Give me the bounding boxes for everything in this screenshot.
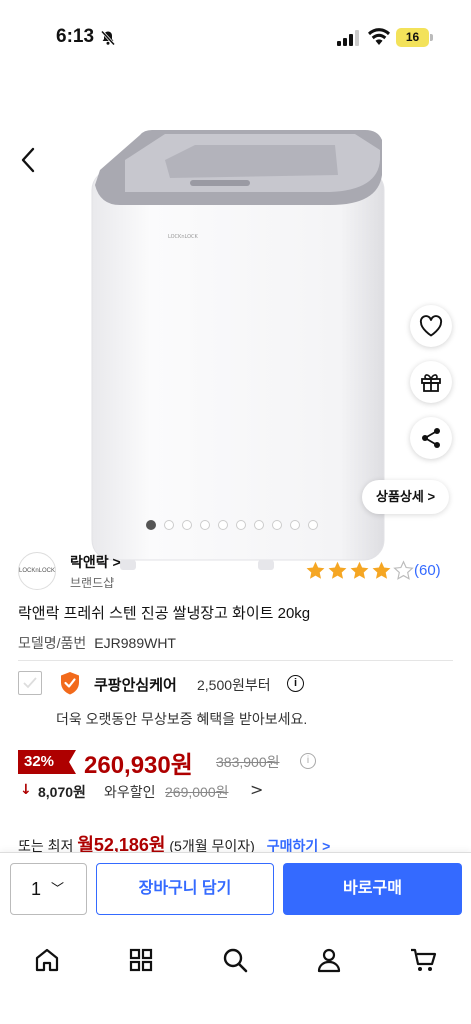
gift-icon: [421, 374, 441, 392]
care-title: 쿠팡안심케어: [94, 677, 177, 694]
model-value: EJR989WHT: [94, 635, 176, 651]
home-icon: [35, 948, 59, 972]
check-icon: [23, 677, 37, 689]
tab-cart[interactable]: [403, 940, 443, 980]
wishlist-button[interactable]: [410, 305, 452, 347]
wow-discount-label: 와우할인: [104, 784, 156, 800]
quantity-value: 1: [31, 879, 42, 899]
tab-categories[interactable]: [121, 940, 161, 980]
quantity-select[interactable]: 1 ﹀: [10, 863, 87, 915]
carousel-dot[interactable]: [308, 520, 318, 530]
share-icon: [422, 428, 440, 448]
product-detail-button[interactable]: 상품상세 >: [362, 480, 450, 514]
tab-home[interactable]: [27, 940, 67, 980]
battery-indicator: 16: [396, 28, 429, 47]
carousel-dot[interactable]: [236, 520, 246, 530]
tab-my-coupang[interactable]: [309, 940, 349, 980]
model-number: 모델명/품번 EJR989WHT: [18, 633, 176, 653]
bell-muted-icon: [100, 30, 116, 46]
original-price: 383,900원: [216, 754, 280, 770]
carousel-dot[interactable]: [200, 520, 210, 530]
wow-original-price: 269,000원: [165, 784, 229, 800]
carousel-dot[interactable]: [218, 520, 228, 530]
chevron-down-icon: ﹀: [51, 881, 65, 896]
carousel-dot[interactable]: [146, 520, 156, 530]
down-arrow-icon: ↓: [20, 782, 32, 798]
shield-check-icon: [61, 672, 79, 695]
wifi-icon: [368, 28, 390, 45]
care-checkbox[interactable]: [18, 671, 42, 695]
price-info-icon[interactable]: i: [300, 753, 316, 769]
search-icon: [223, 948, 248, 973]
bottom-tab-bar: [0, 932, 471, 1024]
purchase-action-bar: 1 ﹀ 장바구니 담기 바로구매: [0, 852, 471, 932]
product-image[interactable]: LOCKnLOCK: [80, 130, 400, 580]
svg-text:LOCKnLOCK: LOCKnLOCK: [168, 234, 199, 240]
rating-stars[interactable]: [305, 560, 414, 581]
cart-icon: [411, 948, 437, 971]
gift-button[interactable]: [410, 361, 452, 403]
sale-price: 260,930원: [84, 752, 193, 779]
chevron-right-icon[interactable]: >: [250, 780, 263, 799]
star-icon: [372, 561, 391, 579]
add-to-cart-button[interactable]: 장바구니 담기: [96, 863, 274, 915]
star-icon: [306, 561, 325, 579]
buy-now-button[interactable]: 바로구매: [283, 863, 462, 915]
star-icon: [393, 560, 414, 580]
share-button[interactable]: [410, 417, 452, 459]
grid-icon: [129, 948, 153, 972]
star-icon: [350, 561, 369, 579]
care-info-icon[interactable]: i: [287, 675, 304, 692]
battery-cap: [430, 34, 433, 41]
review-count[interactable]: (60): [414, 562, 441, 579]
care-price: 2,500원부터: [197, 677, 271, 693]
model-label: 모델명/품번: [18, 635, 87, 651]
brand-logo[interactable]: LOCKnLOCK: [18, 552, 56, 590]
star-icon: [328, 561, 347, 579]
carousel-dots[interactable]: [146, 520, 318, 530]
carousel-dot[interactable]: [290, 520, 300, 530]
cellular-signal-icon: [337, 30, 359, 46]
status-bar: 6:13 16: [0, 0, 471, 60]
back-chevron-icon[interactable]: [14, 145, 44, 175]
brand-shop-label[interactable]: 브랜드샵: [70, 574, 114, 591]
carousel-dot[interactable]: [164, 520, 174, 530]
carousel-dot[interactable]: [272, 520, 282, 530]
product-image-area[interactable]: LOCKnLOCK 상품상세 >: [0, 60, 471, 570]
carousel-dot[interactable]: [182, 520, 192, 530]
heart-icon: [419, 315, 443, 337]
care-description: 더욱 오랫동안 무상보증 혜택을 받아보세요.: [56, 711, 308, 727]
carousel-dot[interactable]: [254, 520, 264, 530]
product-title: 락앤락 프레쉬 스텐 진공 쌀냉장고 화이트 20kg: [18, 605, 311, 622]
user-icon: [317, 948, 341, 973]
discount-badge: 32%: [18, 750, 76, 774]
wow-discount-amount: 8,070원: [38, 784, 86, 800]
status-time: 6:13: [56, 26, 95, 47]
brand-name-link[interactable]: 락앤락 >: [70, 552, 121, 572]
divider: [18, 660, 453, 661]
tab-search[interactable]: [215, 940, 255, 980]
